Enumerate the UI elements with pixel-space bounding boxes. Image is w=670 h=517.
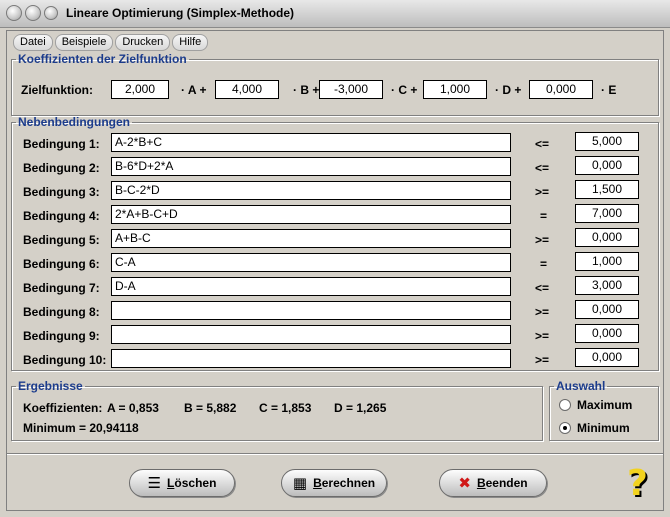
clear-button[interactable]: ☰ Löschen [129, 469, 235, 497]
constraint-operator: >= [535, 185, 550, 199]
constraint-label: Bedingung 3: [23, 185, 100, 199]
constraint-label: Bedingung 2: [23, 161, 100, 175]
constraint-operator: >= [535, 329, 550, 343]
selection-legend: Auswahl [556, 379, 606, 393]
constraint-operator: >= [535, 233, 550, 247]
constraint-rhs-input[interactable]: 1,000 [575, 252, 639, 271]
menu-bar: Datei Beispiele Drucken Hilfe [13, 34, 209, 52]
constraint-label: Bedingung 1: [23, 137, 100, 151]
constraint-expression-input[interactable]: C-A [111, 253, 511, 272]
constraint-expression-input[interactable]: A-2*B+C [111, 133, 511, 152]
result-c: C = 1,853 [259, 401, 312, 415]
calculator-icon: ▦ [292, 473, 308, 492]
constraints-legend: Nebenbedingungen [18, 115, 130, 129]
term-d-label: · D + [495, 83, 522, 97]
constraint-label: Bedingung 6: [23, 257, 100, 271]
constraint-operator: <= [535, 281, 550, 295]
constraint-expression-input[interactable]: B-C-2*D [111, 181, 511, 200]
constraint-expression-input[interactable]: D-A [111, 277, 511, 296]
question-mark-icon[interactable]: ? [627, 463, 648, 504]
constraint-operator: <= [535, 137, 550, 151]
constraint-label: Bedingung 8: [23, 305, 100, 319]
objective-legend: Koeffizienten der Zielfunktion [18, 52, 187, 66]
coefficient-b-input[interactable]: 4,000 [215, 80, 279, 99]
constraint-rhs-input[interactable]: 3,000 [575, 276, 639, 295]
constraint-expression-input[interactable] [111, 325, 511, 344]
objective-label: Zielfunktion: [21, 83, 93, 97]
menu-drucken[interactable]: Drucken [115, 34, 171, 51]
result-minimum: Minimum = 20,94118 [23, 421, 139, 435]
maximize-window-icon[interactable] [44, 6, 58, 20]
constraint-expression-input[interactable] [111, 349, 511, 368]
term-b-label: · B + [293, 83, 320, 97]
calculate-button-label: Berechnen [313, 476, 376, 490]
constraint-rhs-input[interactable]: 0,000 [575, 156, 639, 175]
constraint-rhs-input[interactable]: 1,500 [575, 180, 639, 199]
constraint-expression-input[interactable] [111, 301, 511, 320]
constraint-rhs-input[interactable]: 0,000 [575, 300, 639, 319]
constraint-expression-input[interactable]: B-6*D+2*A [111, 157, 511, 176]
maximum-label[interactable]: Maximum [577, 398, 632, 412]
coefficient-a-input[interactable]: 2,000 [111, 80, 169, 99]
constraint-rhs-input[interactable]: 5,000 [575, 132, 639, 151]
term-a-label: · A + [181, 83, 207, 97]
close-window-icon[interactable] [6, 5, 22, 21]
coefficient-c-input[interactable]: -3,000 [319, 80, 383, 99]
minimum-label[interactable]: Minimum [577, 421, 630, 435]
constraint-label: Bedingung 5: [23, 233, 100, 247]
minimize-window-icon[interactable] [25, 5, 41, 21]
constraint-rhs-input[interactable]: 0,000 [575, 348, 639, 367]
result-d: D = 1,265 [334, 401, 387, 415]
maximum-radio[interactable] [559, 399, 571, 411]
constraint-label: Bedingung 7: [23, 281, 100, 295]
menu-hilfe[interactable]: Hilfe [172, 34, 209, 51]
calculate-button[interactable]: ▦ Berechnen [281, 469, 387, 497]
main-frame: Datei Beispiele Drucken Hilfe Koeffizien… [6, 30, 664, 511]
results-coefficients-label: Koeffizienten: [23, 401, 103, 415]
constraint-operator: = [540, 209, 548, 223]
constraint-label: Bedingung 10: [23, 353, 107, 367]
window-title: Lineare Optimierung (Simplex-Methode) [66, 6, 295, 20]
constraint-operator: >= [535, 305, 550, 319]
results-legend: Ergebnisse [18, 379, 83, 393]
constraint-label: Bedingung 4: [23, 209, 100, 223]
menu-beispiele[interactable]: Beispiele [54, 34, 114, 51]
title-bar: Lineare Optimierung (Simplex-Methode) [0, 0, 670, 28]
constraint-operator: <= [535, 161, 550, 175]
minimum-radio[interactable] [559, 422, 571, 434]
constraint-expression-input[interactable]: A+B-C [111, 229, 511, 248]
exit-button[interactable]: ✖ Beenden [439, 469, 547, 497]
coefficient-e-input[interactable]: 0,000 [529, 80, 593, 99]
constraint-label: Bedingung 9: [23, 329, 100, 343]
list-arrow-icon: ☰ [147, 473, 162, 492]
result-b: B = 5,882 [184, 401, 237, 415]
menu-datei[interactable]: Datei [13, 34, 53, 51]
constraint-expression-input[interactable]: 2*A+B-C+D [111, 205, 511, 224]
constraint-operator: = [540, 257, 548, 271]
constraint-operator: >= [535, 353, 550, 367]
red-x-icon: ✖ [458, 473, 471, 492]
result-a: A = 0,853 [107, 401, 159, 415]
clear-button-label: Löschen [167, 476, 217, 490]
constraint-rhs-input[interactable]: 0,000 [575, 228, 639, 247]
coefficient-d-input[interactable]: 1,000 [423, 80, 487, 99]
exit-button-label: Beenden [476, 476, 528, 490]
constraint-rhs-input[interactable]: 7,000 [575, 204, 639, 223]
constraint-rhs-input[interactable]: 0,000 [575, 324, 639, 343]
term-e-label: · E [601, 83, 617, 97]
term-c-label: · C + [391, 83, 418, 97]
divider [7, 453, 663, 455]
